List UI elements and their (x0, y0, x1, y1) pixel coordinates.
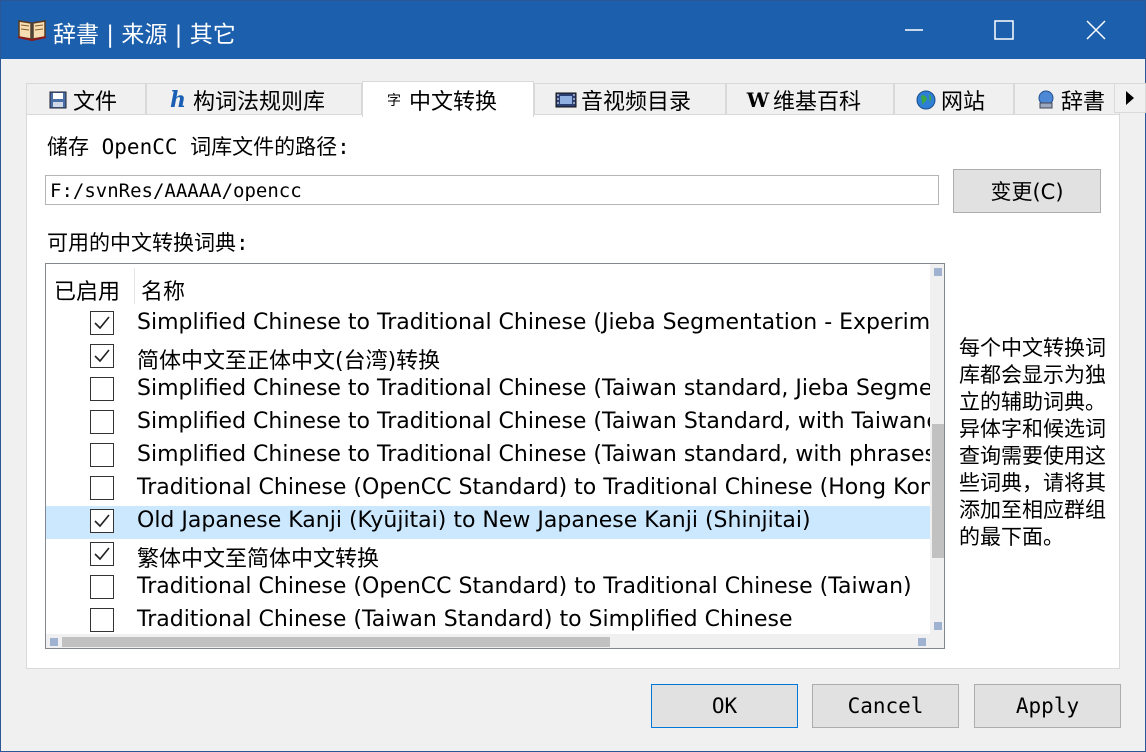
zi-character-icon: 字 (387, 92, 401, 109)
dictionary-name: 繁体中文至简体中文转换 (137, 547, 380, 572)
header-name[interactable]: 名称 (141, 274, 185, 306)
tab-label: 音视频目录 (581, 89, 692, 115)
close-icon (1086, 20, 1106, 40)
table-row-selected[interactable]: Old Japanese Kanji (Kyūjitai) to New Jap… (46, 506, 930, 539)
tab-wikipedia[interactable]: W 维基百科 (726, 83, 894, 115)
dictionary-name: Traditional Chinese (OpenCC Standard) to… (137, 574, 912, 599)
table-row[interactable]: Traditional Chinese (OpenCC Standard) to… (46, 473, 930, 506)
path-label: 储存 OpenCC 词库文件的路径: (47, 135, 350, 159)
header-separator[interactable] (134, 268, 135, 304)
close-button[interactable] (1051, 1, 1141, 59)
table-row[interactable]: 简体中文至正体中文(台湾)转换 (46, 341, 930, 374)
tab-label: 文件 (73, 89, 118, 115)
table-row[interactable]: Simplified Chinese to Traditional Chines… (46, 407, 930, 440)
film-icon (555, 89, 577, 111)
checkmark-icon (94, 316, 110, 330)
tab-label: 维基百科 (773, 89, 862, 115)
table-row[interactable]: Simplified Chinese to Traditional Chines… (46, 308, 930, 341)
scroll-left-button[interactable] (46, 634, 62, 648)
dictionaries-label: 可用的中文转换词典: (47, 231, 249, 255)
dictionary-name: Old Japanese Kanji (Kyūjitai) to New Jap… (137, 508, 811, 533)
floppy-disk-icon (47, 89, 69, 111)
enabled-checkbox[interactable] (90, 311, 114, 335)
enabled-checkbox[interactable] (90, 608, 114, 632)
enabled-checkbox[interactable] (90, 542, 114, 566)
arrow-left-icon (50, 638, 58, 646)
tab-label: 构词法规则库 (193, 89, 326, 115)
arrow-right-icon (918, 638, 926, 646)
tab-label: 辞書 (1061, 89, 1106, 115)
enabled-checkbox[interactable] (90, 476, 114, 500)
checkmark-icon (94, 349, 110, 363)
arrow-up-icon (934, 268, 942, 276)
opencc-path-input[interactable]: F:/svnRes/AAAAA/opencc (45, 175, 939, 205)
dictionary-program-icon (1035, 89, 1057, 111)
table-row[interactable]: Simplified Chinese to Traditional Chines… (46, 374, 930, 407)
chevron-right-icon (1126, 91, 1134, 105)
maximize-button[interactable] (959, 1, 1049, 59)
checkmark-icon (94, 514, 110, 528)
scroll-right-button[interactable] (914, 634, 930, 648)
apply-button[interactable]: Apply (974, 684, 1121, 728)
enabled-checkbox[interactable] (90, 575, 114, 599)
maximize-icon (994, 20, 1014, 40)
help-note: 每个中文转换词库都会显示为独立的辅助词典。异体字和候选词查询需要使用这些词典，请… (959, 336, 1106, 549)
enabled-checkbox[interactable] (90, 377, 114, 401)
enabled-checkbox[interactable] (90, 410, 114, 434)
list-header: 已启用 名称 (46, 264, 930, 308)
dictionary-name: Simplified Chinese to Traditional Chines… (137, 442, 930, 467)
dictionary-name: Traditional Chinese (OpenCC Standard) to… (137, 475, 930, 500)
window-title: 辞書 | 来源 | 其它 (53, 22, 236, 48)
tab-file[interactable]: 文件 (26, 83, 146, 115)
scroll-down-button[interactable] (930, 618, 944, 634)
checkmark-icon (94, 547, 110, 561)
tab-label: 中文转换 (409, 89, 498, 115)
dictionary-list[interactable]: 已启用 名称 Simplified Chinese to Traditional… (45, 263, 945, 649)
ok-button[interactable]: OK (651, 684, 798, 728)
tab-scroll-right-button[interactable] (1114, 83, 1146, 113)
title-bar[interactable]: 辞書 | 来源 | 其它 (1, 1, 1145, 59)
table-row[interactable]: Simplified Chinese to Traditional Chines… (46, 440, 930, 473)
vertical-scrollbar[interactable] (930, 264, 944, 634)
chinese-conversion-panel: 储存 OpenCC 词库文件的路径: F:/svnRes/AAAAA/openc… (26, 114, 1120, 669)
scroll-up-button[interactable] (930, 264, 944, 280)
cancel-button[interactable]: Cancel (812, 684, 959, 728)
table-row[interactable]: Traditional Chinese (OpenCC Standard) to… (46, 572, 930, 605)
list-rows: Simplified Chinese to Traditional Chines… (46, 308, 930, 634)
horizontal-scrollbar[interactable] (46, 634, 930, 648)
wikipedia-w-icon: W (746, 87, 770, 112)
vertical-scroll-thumb[interactable] (932, 424, 944, 558)
enabled-checkbox[interactable] (90, 509, 114, 533)
dictionary-name: Simplified Chinese to Traditional Chines… (137, 310, 930, 335)
dictionary-name: Simplified Chinese to Traditional Chines… (137, 376, 930, 401)
tab-label: 网站 (941, 89, 986, 115)
enabled-checkbox[interactable] (90, 344, 114, 368)
dialog-window: 辞書 | 来源 | 其它 文件 h 构词法规则库 字 中文转换 音视频目录 W … (0, 0, 1146, 752)
tab-strip: 文件 h 构词法规则库 字 中文转换 音视频目录 W 维基百科 网站 辞書 (26, 81, 1146, 117)
minimize-button[interactable] (869, 1, 959, 59)
dictionary-name: Traditional Chinese (Taiwan Standard) to… (137, 607, 793, 632)
tab-media-dirs[interactable]: 音视频目录 (534, 83, 726, 115)
globe-icon (915, 89, 937, 111)
h-letter-icon: h (170, 86, 186, 113)
header-enabled[interactable]: 已启用 (54, 274, 120, 306)
table-row[interactable]: 繁体中文至简体中文转换 (46, 539, 930, 572)
tab-dictionary-programs[interactable]: 辞書 (1014, 83, 1120, 115)
horizontal-scroll-thumb[interactable] (62, 637, 610, 647)
scrollbar-corner (930, 634, 944, 648)
book-icon (17, 20, 47, 41)
table-row[interactable]: Traditional Chinese (Taiwan Standard) to… (46, 605, 930, 634)
dictionary-name: Simplified Chinese to Traditional Chines… (137, 409, 930, 434)
dictionary-name: 简体中文至正体中文(台湾)转换 (137, 349, 441, 374)
tab-websites[interactable]: 网站 (894, 83, 1014, 115)
enabled-checkbox[interactable] (90, 443, 114, 467)
change-path-button[interactable]: 变更(C) (953, 169, 1101, 213)
tab-chinese-conversion[interactable]: 字 中文转换 (362, 81, 534, 117)
arrow-down-icon (934, 622, 942, 630)
tab-morphology[interactable]: h 构词法规则库 (146, 83, 362, 115)
minimize-icon (905, 29, 923, 31)
